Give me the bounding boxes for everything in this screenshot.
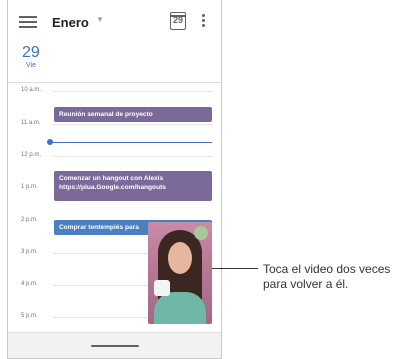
calendar-screen: Enero ▼ 29 29 Vie 10 a.m. 11 a.m. 12 p.m… <box>7 0 222 359</box>
day-name: Vie <box>26 62 36 69</box>
day-number[interactable]: 29 <box>22 44 40 62</box>
current-time-dot <box>47 139 53 145</box>
navigation-bar <box>8 332 221 358</box>
menu-icon[interactable] <box>19 16 37 28</box>
hour-label: 12 p.m. <box>21 152 42 158</box>
event-weekly-meeting[interactable]: Reunión semanal de proyecto <box>54 107 212 122</box>
hour-label: 1 p.m. <box>21 184 38 190</box>
today-calendar-icon[interactable]: 29 <box>170 12 186 30</box>
hour-label: 11 a.m. <box>21 120 41 126</box>
month-selector[interactable]: Enero <box>52 15 89 30</box>
callout-text: Toca el video dos veces para volver a él… <box>263 262 391 291</box>
event-title: Comenzar un hangout con Alexis <box>59 175 164 182</box>
hour-row: 10 a.m. <box>8 87 221 97</box>
hour-label: 10 a.m. <box>21 87 42 93</box>
hour-label: 5 p.m. <box>21 313 38 319</box>
day-header: 29 Vie <box>8 42 221 83</box>
chevron-down-icon[interactable]: ▼ <box>96 15 104 24</box>
hour-label: 4 p.m. <box>21 281 38 287</box>
floating-video[interactable] <box>148 222 212 324</box>
callout-line <box>212 268 258 269</box>
hour-label: 3 p.m. <box>21 249 38 255</box>
event-detail: https://plua.Google.com/hangouts <box>59 184 166 191</box>
event-title: Comprar tentempiés para <box>59 224 139 231</box>
app-bar: Enero ▼ 29 <box>8 0 221 42</box>
more-options-icon[interactable] <box>200 14 206 30</box>
current-time-line <box>51 142 212 143</box>
home-handle[interactable] <box>91 345 139 347</box>
event-hangout[interactable]: Comenzar un hangout con Alexis https://p… <box>54 171 212 201</box>
hour-label: 2 p.m. <box>21 217 38 223</box>
event-title: Reunión semanal de proyecto <box>59 111 153 118</box>
hour-row: 12 p.m. <box>8 152 221 162</box>
